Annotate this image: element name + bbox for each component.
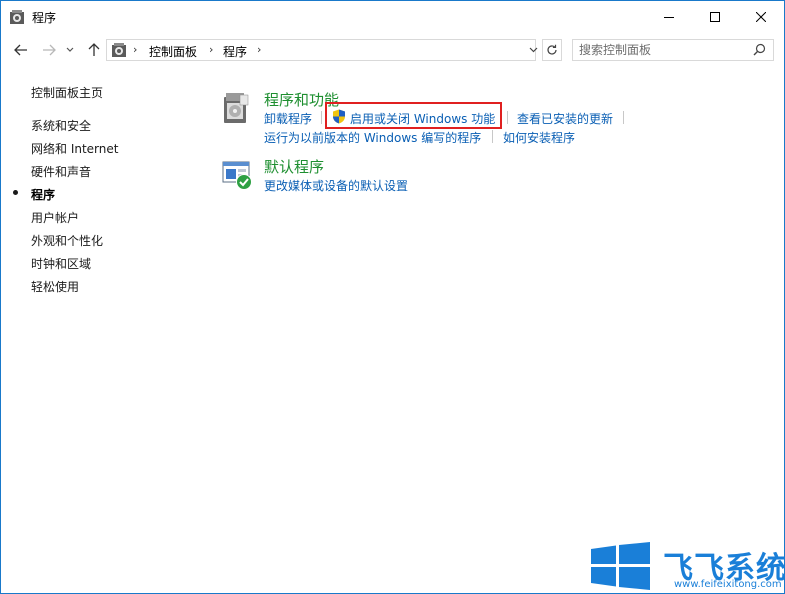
change-media-defaults-link[interactable]: 更改媒体或设备的默认设置: [264, 177, 408, 194]
sidebar-item-programs: 程序: [31, 188, 56, 202]
maximize-icon: [710, 12, 720, 22]
address-box[interactable]: › 控制面板 › 程序 ›: [106, 39, 536, 61]
sidebar-item-appearance[interactable]: 外观和个性化: [31, 232, 103, 249]
sidebar-item-network-internet[interactable]: 网络和 Internet: [31, 140, 118, 157]
up-button[interactable]: [84, 41, 104, 59]
current-item-bullet-icon: [13, 190, 18, 195]
control-panel-icon: [10, 10, 24, 24]
sidebar-home-link[interactable]: 控制面板主页: [31, 84, 103, 101]
arrow-up-icon: [88, 43, 100, 56]
refresh-icon: [547, 44, 557, 55]
control-panel-icon: [112, 43, 126, 57]
highlight-box: [325, 102, 502, 129]
link-separator: [623, 111, 624, 124]
breadcrumb-separator-icon: ›: [257, 43, 262, 56]
watermark-url: www.feifeixitong.com: [674, 579, 782, 590]
breadcrumb-control-panel[interactable]: 控制面板: [149, 43, 197, 60]
view-installed-updates-link[interactable]: 查看已安装的更新: [517, 110, 613, 127]
breadcrumb-separator-icon: ›: [133, 43, 138, 56]
run-older-programs-link[interactable]: 运行为以前版本的 Windows 编写的程序: [264, 129, 481, 146]
sidebar-item-clock-region[interactable]: 时钟和区域: [31, 255, 91, 272]
minimize-icon: [664, 17, 674, 18]
chevron-down-icon: [66, 47, 74, 52]
sidebar-item-hardware-sound[interactable]: 硬件和声音: [31, 163, 91, 180]
windows-logo-icon: [591, 542, 650, 590]
address-dropdown-button[interactable]: [526, 40, 540, 60]
link-separator: [507, 111, 508, 124]
breadcrumb-separator-icon: ›: [209, 43, 214, 56]
programs-features-icon[interactable]: [222, 91, 250, 125]
uninstall-program-link[interactable]: 卸载程序: [264, 110, 312, 127]
default-programs-title[interactable]: 默认程序: [264, 156, 324, 177]
refresh-button[interactable]: [542, 39, 562, 61]
search-input[interactable]: [579, 42, 749, 58]
back-button[interactable]: [11, 41, 31, 59]
default-programs-icon[interactable]: [222, 159, 254, 191]
arrow-right-icon: [43, 44, 56, 56]
maximize-button[interactable]: [692, 1, 738, 33]
minimize-button[interactable]: [646, 1, 692, 33]
chevron-down-icon: [529, 47, 537, 53]
recent-locations-button[interactable]: [63, 41, 77, 59]
sidebar-item-ease-of-access[interactable]: 轻松使用: [31, 278, 79, 295]
sidebar-item-system-security[interactable]: 系统和安全: [31, 117, 91, 134]
link-separator: [492, 130, 493, 143]
title-bar[interactable]: 程序: [1, 1, 784, 33]
window-title: 程序: [32, 11, 57, 25]
close-button[interactable]: [738, 1, 784, 33]
forward-button[interactable]: [39, 41, 59, 59]
breadcrumb-programs[interactable]: 程序: [223, 43, 247, 60]
arrow-left-icon: [14, 44, 27, 56]
search-box[interactable]: [572, 39, 774, 61]
how-to-install-link[interactable]: 如何安装程序: [503, 129, 575, 146]
control-panel-window: 程序 › 控制面板 › 程序 › 搜索控制面板 控制面板主页 系统和安全 网络和…: [0, 0, 785, 594]
sidebar-item-user-accounts[interactable]: 用户帐户: [31, 209, 79, 226]
link-separator: [321, 111, 322, 124]
search-icon[interactable]: [753, 43, 766, 56]
close-icon: [756, 12, 766, 22]
